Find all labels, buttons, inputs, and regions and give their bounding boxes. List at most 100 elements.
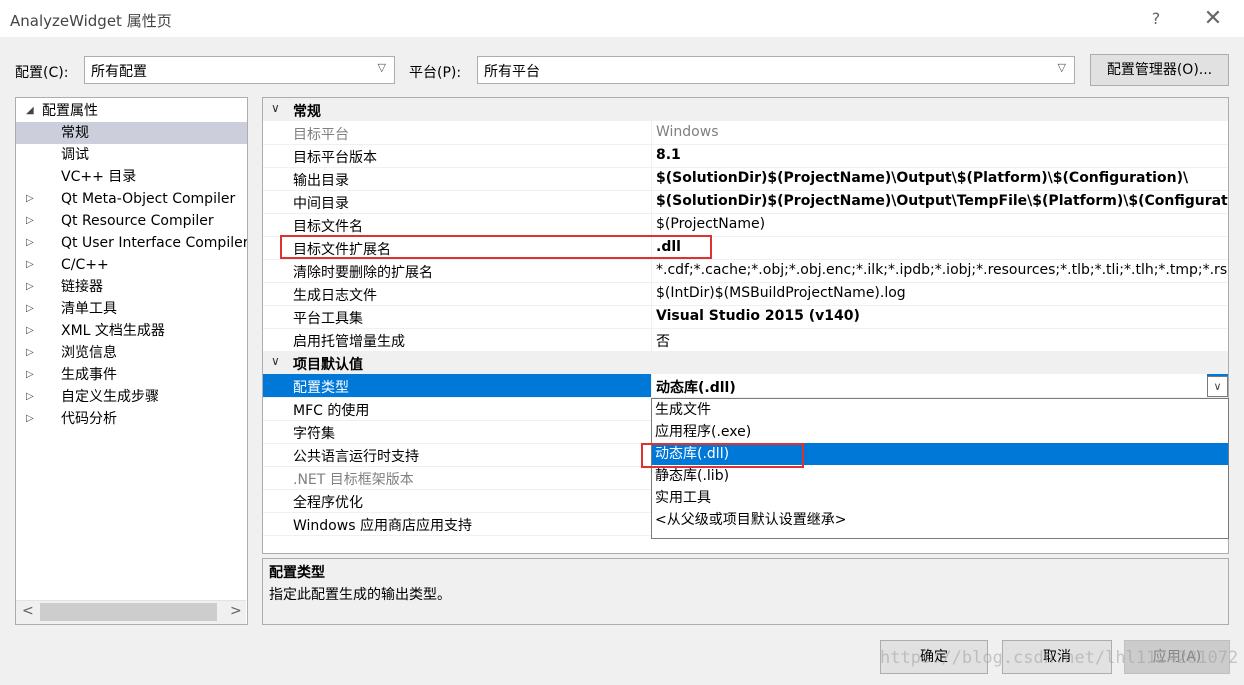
- property-row[interactable]: 输出目录 $(SolutionDir)$(ProjectName)\Output\…: [263, 167, 1228, 191]
- category-project-defaults[interactable]: ∨ 项目默认值: [263, 351, 1228, 374]
- tree-item-label: 常规: [61, 125, 89, 141]
- expand-arrow-icon[interactable]: ▷: [26, 232, 34, 254]
- property-row[interactable]: 平台工具集 Visual Studio 2015 (v140): [263, 305, 1228, 329]
- property-value[interactable]: 否: [656, 331, 670, 351]
- property-name: .NET 目标框架版本: [293, 472, 414, 488]
- close-button[interactable]: ✕: [1198, 4, 1228, 34]
- tree-item[interactable]: ▷ Qt Meta-Object Compiler: [16, 188, 247, 210]
- expand-arrow-icon[interactable]: ▷: [26, 386, 34, 408]
- window-title: AnalyzeWidget 属性页: [10, 12, 172, 30]
- property-name: 目标平台版本: [293, 150, 377, 166]
- property-row[interactable]: 目标平台 Windows: [263, 121, 1228, 145]
- property-value[interactable]: *.cdf;*.cache;*.obj;*.obj.enc;*.ilk;*.ip…: [656, 262, 1228, 278]
- property-row[interactable]: 目标文件名 $(ProjectName): [263, 213, 1228, 237]
- property-row[interactable]: 清除时要删除的扩展名 *.cdf;*.cache;*.obj;*.obj.enc;…: [263, 259, 1228, 283]
- property-name: 平台工具集: [293, 311, 363, 327]
- tree-item[interactable]: 常规: [16, 122, 247, 144]
- expand-arrow-icon[interactable]: ▷: [26, 276, 34, 298]
- property-row[interactable]: 生成日志文件 $(IntDir)$(MSBuildProjectName).log: [263, 282, 1228, 306]
- description-text: 指定此配置生成的输出类型。: [269, 587, 451, 603]
- property-name: 目标平台: [293, 127, 349, 143]
- expand-arrow-icon[interactable]: ▷: [26, 408, 34, 430]
- config-select-value: 所有配置: [91, 64, 147, 80]
- highlight-box: [280, 235, 712, 259]
- property-value[interactable]: $(SolutionDir)$(ProjectName)\Output\Temp…: [656, 193, 1228, 209]
- collapse-icon[interactable]: ∨: [271, 101, 280, 115]
- expand-arrow-icon[interactable]: ▷: [26, 298, 34, 320]
- config-select[interactable]: 所有配置 ▽: [84, 56, 395, 84]
- description-title: 配置类型: [269, 565, 325, 581]
- tree-item-label: C/C++: [61, 257, 109, 273]
- property-name: 公共语言运行时支持: [293, 449, 419, 465]
- tree-item[interactable]: ▷ 代码分析: [16, 408, 247, 430]
- tree-item-label: 链接器: [61, 279, 103, 295]
- tree-item[interactable]: ▷ 清单工具: [16, 298, 247, 320]
- tree-item-label: 生成事件: [61, 367, 117, 383]
- tree-item[interactable]: ▷ 链接器: [16, 276, 247, 298]
- scroll-left-icon[interactable]: <: [22, 603, 34, 619]
- property-value[interactable]: $(IntDir)$(MSBuildProjectName).log: [656, 285, 906, 301]
- scroll-right-icon[interactable]: >: [230, 603, 242, 619]
- tree-item-label: Qt Meta-Object Compiler: [61, 191, 236, 207]
- property-row[interactable]: 目标平台版本 8.1: [263, 144, 1228, 168]
- property-row[interactable]: 配置类型 动态库(.dll): [263, 374, 1228, 398]
- tree-item-label: 代码分析: [61, 411, 117, 427]
- tree-item-label: VC++ 目录: [61, 169, 137, 185]
- tree-item[interactable]: ▷ C/C++: [16, 254, 247, 276]
- expand-arrow-icon[interactable]: ▷: [26, 364, 34, 386]
- tree-item-label: 自定义生成步骤: [61, 389, 159, 405]
- tree-item[interactable]: VC++ 目录: [16, 166, 247, 188]
- dropdown-option[interactable]: 应用程序(.exe): [652, 421, 1228, 443]
- tree-item-label: 调试: [61, 147, 89, 163]
- property-value[interactable]: Windows: [656, 124, 719, 140]
- expand-arrow-icon[interactable]: ▷: [26, 320, 34, 342]
- expand-arrow-icon[interactable]: ▷: [26, 210, 34, 232]
- column-divider: [651, 167, 652, 190]
- dropdown-option[interactable]: 静态库(.lib): [652, 465, 1228, 487]
- column-divider: [651, 144, 652, 167]
- property-value[interactable]: $(ProjectName): [656, 216, 765, 232]
- property-name: 目标文件名: [293, 219, 363, 235]
- expanded-arrow-icon[interactable]: ◢: [26, 100, 34, 122]
- config-type-dropdown-button[interactable]: ∨: [1207, 376, 1228, 397]
- tree-item[interactable]: ▷ 自定义生成步骤: [16, 386, 247, 408]
- tree-item-label: XML 文档生成器: [61, 323, 165, 339]
- expand-arrow-icon[interactable]: ▷: [26, 254, 34, 276]
- tree-item-label: Qt Resource Compiler: [61, 213, 214, 229]
- property-row[interactable]: 启用托管增量生成 否: [263, 328, 1228, 352]
- platform-select-value: 所有平台: [484, 64, 540, 80]
- title-bar: AnalyzeWidget 属性页 ? ✕: [0, 0, 1244, 38]
- category-general[interactable]: ∨ 常规: [263, 98, 1228, 121]
- tree-item[interactable]: ▷ 浏览信息: [16, 342, 247, 364]
- tree-item[interactable]: ▷ Qt Resource Compiler: [16, 210, 247, 232]
- property-value[interactable]: 动态库(.dll): [652, 374, 1207, 397]
- dropdown-option[interactable]: 生成文件: [652, 399, 1228, 421]
- property-value[interactable]: Visual Studio 2015 (v140): [656, 308, 860, 324]
- collapse-icon[interactable]: ∨: [271, 354, 280, 368]
- property-value[interactable]: 8.1: [656, 147, 681, 163]
- dropdown-option[interactable]: <从父级或项目默认设置继承>: [652, 509, 1228, 531]
- platform-select[interactable]: 所有平台 ▽: [477, 56, 1075, 84]
- config-manager-button[interactable]: 配置管理器(O)...: [1090, 54, 1229, 86]
- description-pane: 配置类型 指定此配置生成的输出类型。: [262, 558, 1229, 625]
- config-type-dropdown-list: 生成文件 应用程序(.exe) 动态库(.dll) 静态库(.lib) 实用工具 <从父级…: [651, 398, 1229, 539]
- property-name: 输出目录: [293, 173, 349, 189]
- column-divider: [651, 282, 652, 305]
- property-value[interactable]: $(SolutionDir)$(ProjectName)\Output\$(Pl…: [656, 170, 1188, 186]
- dropdown-option[interactable]: 实用工具: [652, 487, 1228, 509]
- tree-item[interactable]: ◢ 配置属性: [16, 100, 247, 122]
- tree-item[interactable]: 调试: [16, 144, 247, 166]
- tree-item-label: 浏览信息: [61, 345, 117, 361]
- category-label: 常规: [293, 104, 321, 120]
- help-button[interactable]: ?: [1141, 4, 1171, 34]
- column-divider: [651, 259, 652, 282]
- tree-item[interactable]: ▷ XML 文档生成器: [16, 320, 247, 342]
- tree-item[interactable]: ▷ Qt User Interface Compiler: [16, 232, 247, 254]
- tree-item[interactable]: ▷ 生成事件: [16, 364, 247, 386]
- expand-arrow-icon[interactable]: ▷: [26, 188, 34, 210]
- scrollbar-thumb[interactable]: [40, 603, 217, 621]
- expand-arrow-icon[interactable]: ▷: [26, 342, 34, 364]
- property-row[interactable]: 中间目录 $(SolutionDir)$(ProjectName)\Output\…: [263, 190, 1228, 214]
- property-name: 启用托管增量生成: [293, 334, 405, 350]
- chevron-down-icon: ▽: [377, 61, 386, 74]
